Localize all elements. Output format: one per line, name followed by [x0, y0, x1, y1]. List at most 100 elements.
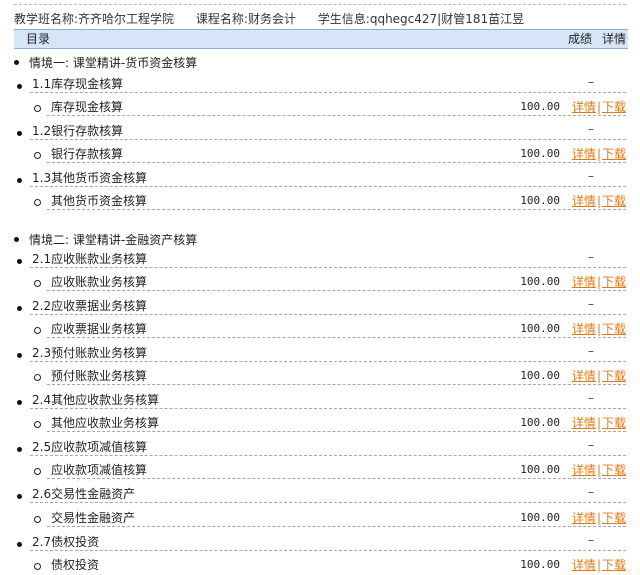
item-label: 应收款项减值核算 [51, 463, 148, 477]
download-link[interactable]: 下载 [602, 369, 626, 383]
bullet-icon [17, 84, 22, 89]
chapter-status: – [588, 391, 594, 405]
chapter-status: – [588, 297, 594, 311]
chapter-label: 1.3其他货币资金核算 [32, 171, 148, 185]
download-link[interactable]: 下载 [602, 558, 626, 572]
download-link[interactable]: 下载 [602, 100, 626, 114]
detail-link[interactable]: 详情 [572, 369, 596, 383]
item-score: 100.00 [520, 322, 560, 335]
detail-link[interactable]: 详情 [572, 511, 596, 525]
header-detail: 详情 [601, 32, 626, 46]
item-label: 应收票据业务核算 [51, 322, 148, 336]
item-actions: 详情|下载 [571, 275, 626, 289]
detail-link[interactable]: 详情 [572, 322, 596, 336]
chapter-status: – [588, 122, 594, 136]
bullet-icon [17, 131, 22, 136]
chapter-label: 2.7债权投资 [32, 535, 100, 549]
item-score: 100.00 [520, 511, 560, 524]
download-link[interactable]: 下载 [602, 275, 626, 289]
course-label: 课程名称: [195, 12, 248, 26]
bullet-icon [17, 494, 22, 499]
chapter-row: 2.1应收账款业务核算 – [0, 250, 640, 268]
circle-bullet-icon [34, 421, 41, 428]
download-link[interactable]: 下载 [602, 463, 626, 477]
section-row: 情境一: 课堂精讲-货币资金核算 [0, 54, 640, 72]
item-actions: 详情|下载 [571, 322, 626, 336]
chapter-row: 2.4其他应收款业务核算 – [0, 391, 640, 409]
detail-link[interactable]: 详情 [572, 416, 596, 430]
row-divider [47, 431, 626, 432]
student-value: qqhegc427|财管181苗江昱 [369, 12, 525, 26]
chapter-label: 2.4其他应收款业务核算 [32, 393, 160, 407]
row-divider [30, 408, 626, 409]
chapter-label: 1.2银行存款核算 [32, 124, 124, 138]
circle-bullet-icon [34, 468, 41, 475]
row-divider [30, 139, 626, 140]
detail-link[interactable]: 详情 [572, 275, 596, 289]
row-divider [30, 186, 626, 187]
student-label: 学生信息: [317, 12, 370, 26]
bullet-icon [17, 353, 22, 358]
row-divider [47, 209, 626, 210]
item-label: 库存现金核算 [51, 100, 124, 114]
item-score: 100.00 [520, 100, 560, 113]
detail-link[interactable]: 详情 [572, 463, 596, 477]
bullet-icon [17, 178, 22, 183]
item-row: 银行存款核算 100.00 详情|下载 [0, 145, 640, 163]
row-divider [47, 337, 626, 338]
chapter-row: 2.5应收款项减值核算 – [0, 438, 640, 456]
chapter-status: – [588, 485, 594, 499]
row-divider [30, 361, 626, 362]
item-actions: 详情|下载 [571, 558, 626, 572]
row-divider [30, 455, 626, 456]
detail-link[interactable]: 详情 [572, 194, 596, 208]
item-label: 交易性金融资产 [51, 511, 136, 525]
item-score: 100.00 [520, 194, 560, 207]
item-row: 债权投资 100.00 详情|下载 [0, 556, 640, 574]
chapter-label: 2.2应收票据业务核算 [32, 299, 148, 313]
chapter-label: 2.1应收账款业务核算 [32, 252, 148, 266]
item-actions: 详情|下载 [571, 511, 626, 525]
circle-bullet-icon [34, 374, 41, 381]
section-row: 情境二: 课堂精讲-金融资产核算 [0, 231, 640, 249]
chapter-row: 2.3预付账款业务核算 – [0, 344, 640, 362]
row-divider [30, 314, 626, 315]
download-link[interactable]: 下载 [602, 322, 626, 336]
item-score: 100.00 [520, 558, 560, 571]
item-label: 债权投资 [51, 558, 100, 572]
detail-link[interactable]: 详情 [572, 147, 596, 161]
row-divider [30, 502, 626, 503]
detail-link[interactable]: 详情 [572, 558, 596, 572]
bullet-icon [17, 542, 22, 547]
chapter-label: 2.6交易性金融资产 [32, 487, 136, 501]
row-divider [30, 550, 626, 551]
row-divider [30, 267, 626, 268]
download-link[interactable]: 下载 [602, 147, 626, 161]
bullet-icon [17, 447, 22, 452]
section-title: 情境二: 课堂精讲-金融资产核算 [14, 231, 197, 249]
bullet-icon [14, 60, 19, 65]
item-row: 其他货币资金核算 100.00 详情|下载 [0, 192, 640, 210]
chapter-label: 1.1库存现金核算 [32, 77, 124, 91]
download-link[interactable]: 下载 [602, 511, 626, 525]
item-row: 预付账款业务核算 100.00 详情|下载 [0, 367, 640, 385]
item-score: 100.00 [520, 463, 560, 476]
chapter-label: 2.3预付账款业务核算 [32, 346, 148, 360]
circle-bullet-icon [34, 327, 41, 334]
course-value: 财务会计 [247, 12, 296, 26]
detail-link[interactable]: 详情 [572, 100, 596, 114]
item-actions: 详情|下载 [571, 147, 626, 161]
chapter-row: 2.7债权投资 – [0, 533, 640, 551]
chapter-row: 2.6交易性金融资产 – [0, 485, 640, 503]
item-label: 银行存款核算 [51, 147, 124, 161]
class-label: 教学班名称: [14, 12, 79, 26]
item-label: 其他应收款业务核算 [51, 416, 160, 430]
download-link[interactable]: 下载 [602, 194, 626, 208]
item-actions: 详情|下载 [571, 463, 626, 477]
chapter-status: – [588, 75, 594, 89]
row-divider [47, 290, 626, 291]
download-link[interactable]: 下载 [602, 416, 626, 430]
circle-bullet-icon [34, 516, 41, 523]
item-actions: 详情|下载 [571, 369, 626, 383]
item-row: 交易性金融资产 100.00 详情|下载 [0, 509, 640, 527]
